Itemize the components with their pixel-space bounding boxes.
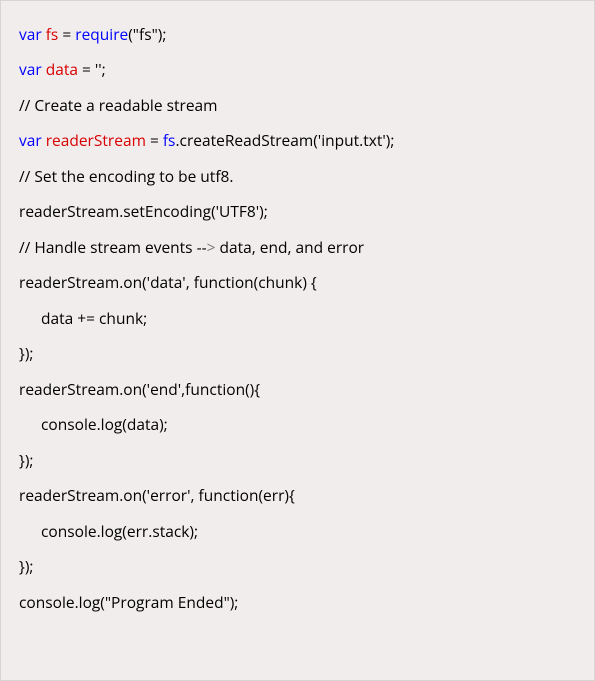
code-line: var readerStream = fs.createReadStream('…	[19, 129, 576, 151]
code-token: fs	[163, 129, 176, 151]
code-line: console.log("Program Ended");	[19, 591, 576, 613]
code-block: var fs = require("fs");var data = '';// …	[19, 23, 576, 613]
code-line: console.log(data);	[19, 413, 576, 435]
code-line: });	[19, 449, 576, 471]
code-line: // Set the encoding to be utf8.	[19, 165, 576, 187]
code-token: // Create a readable stream	[19, 94, 218, 116]
code-token: readerStream.on('data', function(chunk) …	[19, 271, 317, 293]
code-line: // Create a readable stream	[19, 94, 576, 116]
code-token: readerStream.on('end',function(){	[19, 378, 260, 400]
code-token: console.log(err.stack);	[41, 520, 198, 542]
code-token: require	[75, 23, 128, 45]
code-token: });	[19, 342, 33, 364]
code-token: .createReadStream('input.txt');	[175, 129, 394, 151]
code-token: });	[19, 449, 33, 471]
code-token: // Handle stream events --	[19, 236, 207, 258]
code-token: readerStream	[46, 129, 146, 151]
code-line: readerStream.on('end',function(){	[19, 378, 576, 400]
code-token: fs	[46, 23, 59, 45]
code-token: ("fs");	[128, 23, 166, 45]
code-token: data += chunk;	[41, 307, 147, 329]
code-line: readerStream.setEncoding('UTF8');	[19, 200, 576, 222]
code-line: });	[19, 342, 576, 364]
code-line: var data = '';	[19, 58, 576, 80]
code-token: readerStream.on('error', function(err){	[19, 484, 295, 506]
code-token: readerStream.setEncoding('UTF8');	[19, 200, 268, 222]
code-token: var	[19, 58, 46, 80]
code-token: console.log(data);	[41, 413, 168, 435]
code-line: var fs = require("fs");	[19, 23, 576, 45]
code-line: console.log(err.stack);	[19, 520, 576, 542]
code-token: =	[58, 23, 75, 45]
code-line: // Handle stream events --> data, end, a…	[19, 236, 576, 258]
code-token: =	[146, 129, 163, 151]
code-token: = '';	[78, 58, 106, 80]
code-line: readerStream.on('error', function(err){	[19, 484, 576, 506]
code-token: var	[19, 23, 46, 45]
code-token: var	[19, 129, 46, 151]
code-line: readerStream.on('data', function(chunk) …	[19, 271, 576, 293]
code-token: console.log("Program Ended");	[19, 591, 238, 613]
code-line: data += chunk;	[19, 307, 576, 329]
code-token: data, end, and error	[215, 236, 364, 258]
code-token: // Set the encoding to be utf8.	[19, 165, 233, 187]
code-token: });	[19, 555, 33, 577]
code-token: data	[46, 58, 78, 80]
code-line: });	[19, 555, 576, 577]
